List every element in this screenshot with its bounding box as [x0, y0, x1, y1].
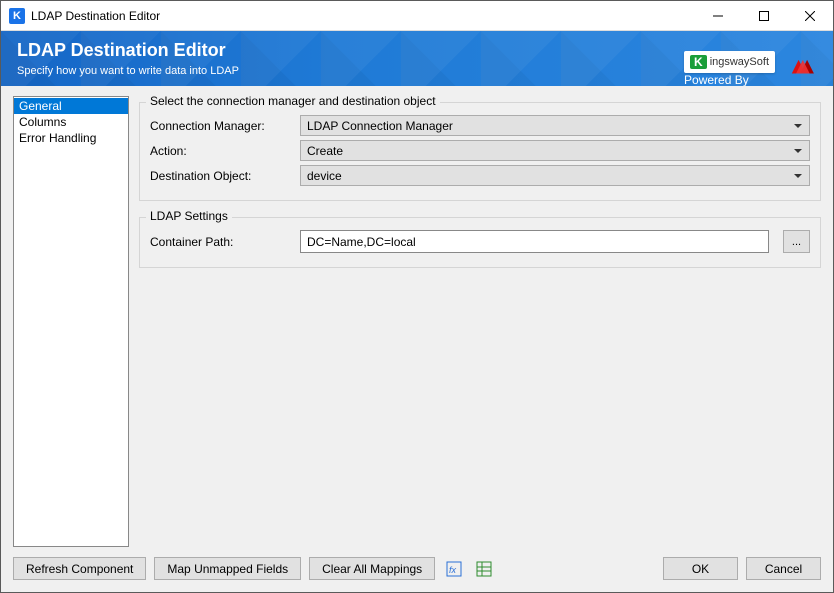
row-action: Action: Create [150, 140, 810, 161]
footer: Refresh Component Map Unmapped Fields Cl… [1, 547, 833, 592]
close-button[interactable] [787, 1, 833, 31]
select-destination-object[interactable]: device [300, 165, 810, 186]
select-connection-manager[interactable]: LDAP Connection Manager [300, 115, 810, 136]
label-destination-object: Destination Object: [150, 169, 290, 183]
logo-brand-text: ingswaySoft [710, 56, 769, 68]
ok-button[interactable]: OK [663, 557, 738, 580]
svg-text:fx: fx [449, 565, 457, 575]
maximize-button[interactable] [741, 1, 787, 31]
body: General Columns Error Handling Select th… [1, 86, 833, 547]
minimize-button[interactable] [695, 1, 741, 31]
label-container-path: Container Path: [150, 235, 290, 249]
select-connection-manager-value: LDAP Connection Manager [307, 119, 453, 133]
sidebar-item-general[interactable]: General [14, 98, 128, 114]
group-connection: Select the connection manager and destin… [139, 102, 821, 201]
browse-container-path-button[interactable]: ... [783, 230, 810, 253]
titlebar: K LDAP Destination Editor [1, 1, 833, 31]
logo-k-icon: K [690, 55, 707, 69]
row-connection-manager: Connection Manager: LDAP Connection Mana… [150, 115, 810, 136]
row-container-path: Container Path: ... [150, 230, 810, 253]
group-connection-legend: Select the connection manager and destin… [146, 94, 440, 108]
sidebar-item-columns[interactable]: Columns [14, 114, 128, 130]
properties-icon-button[interactable] [473, 558, 495, 580]
label-connection-manager: Connection Manager: [150, 119, 290, 133]
input-container-path[interactable] [300, 230, 769, 253]
expression-icon-button[interactable]: fx [443, 558, 465, 580]
app-icon: K [9, 8, 25, 24]
label-action: Action: [150, 144, 290, 158]
banner-logos: K ingswaySoft Powered By [684, 45, 819, 86]
grid-icon [476, 561, 492, 577]
group-ldap-legend: LDAP Settings [146, 209, 232, 223]
window: K LDAP Destination Editor LDAP Destinati… [0, 0, 834, 593]
powered-by-label: Powered By [684, 73, 749, 86]
select-destination-object-value: device [307, 169, 342, 183]
cancel-button[interactable]: Cancel [746, 557, 821, 580]
refresh-component-button[interactable]: Refresh Component [13, 557, 146, 580]
row-destination-object: Destination Object: device [150, 165, 810, 186]
maximize-icon [759, 11, 769, 21]
fx-icon: fx [446, 561, 462, 577]
select-action-value: Create [307, 144, 343, 158]
main-panel: Select the connection manager and destin… [139, 96, 821, 547]
sidebar-item-error-handling[interactable]: Error Handling [14, 130, 128, 146]
banner: LDAP Destination Editor Specify how you … [1, 31, 833, 86]
select-action[interactable]: Create [300, 140, 810, 161]
close-icon [805, 11, 815, 21]
clear-all-mappings-button[interactable]: Clear All Mappings [309, 557, 435, 580]
window-title: LDAP Destination Editor [31, 9, 695, 23]
minimize-icon [713, 11, 723, 21]
map-unmapped-fields-button[interactable]: Map Unmapped Fields [154, 557, 301, 580]
kingswaysoft-logo: K ingswaySoft [684, 51, 775, 73]
sidebar: General Columns Error Handling [13, 96, 129, 547]
triangle-logo-icon [785, 52, 819, 81]
group-ldap-settings: LDAP Settings Container Path: ... [139, 217, 821, 268]
